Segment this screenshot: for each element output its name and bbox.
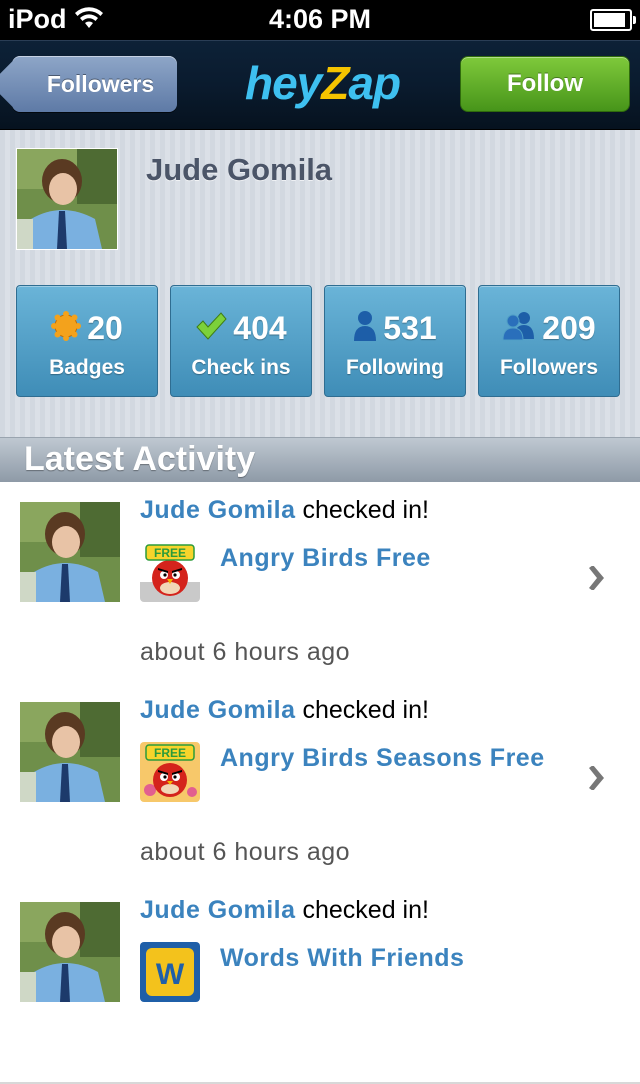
activity-row[interactable]: Jude Gomila checked in! FREE Angry Birds…	[0, 482, 640, 684]
activity-headline: Jude Gomila checked in!	[140, 696, 429, 725]
angry-birds-seasons-icon[interactable]: FREE	[140, 742, 200, 802]
logo-text-ap: ap	[348, 57, 401, 109]
stat-value: 20	[87, 309, 123, 346]
profile-name: Jude Gomila	[146, 152, 333, 187]
stat-followers[interactable]: 209 Followers	[478, 285, 620, 397]
follow-button[interactable]: Follow	[460, 56, 630, 112]
battery-icon	[590, 9, 636, 31]
activity-game-link[interactable]: Words With Friends	[220, 944, 464, 973]
logo-text-hey: hey	[245, 57, 322, 109]
activity-headline: Jude Gomila checked in!	[140, 896, 429, 925]
words-with-friends-icon[interactable]: W	[140, 942, 200, 1002]
chevron-right-icon[interactable]	[584, 565, 608, 591]
stats-row: 20 Badges 404 Check ins 531 Following 20…	[16, 285, 624, 398]
stat-following[interactable]: 531 Following	[324, 285, 466, 397]
section-title: Latest Activity	[24, 440, 256, 478]
activity-action: checked in!	[295, 896, 429, 924]
stat-label: Following	[346, 356, 444, 379]
activity-timestamp: about 6 hours ago	[140, 638, 351, 666]
stat-value: 404	[233, 309, 287, 346]
activity-row[interactable]: Jude Gomila checked in! W Words With Fri…	[0, 882, 640, 1084]
status-bar: iPod 4:06 PM	[0, 0, 640, 40]
avatar-photo	[20, 702, 120, 802]
stat-value: 209	[542, 309, 596, 346]
svg-text:FREE: FREE	[154, 746, 186, 760]
activity-user-link[interactable]: Jude Gomila	[140, 496, 296, 524]
chevron-right-icon[interactable]	[584, 765, 608, 791]
checkmark-icon	[195, 311, 227, 346]
avatar-photo	[17, 149, 117, 249]
logo-text-z: Z	[321, 57, 349, 109]
people-icon	[502, 311, 536, 346]
stat-label: Followers	[499, 356, 599, 379]
activity-headline: Jude Gomila checked in!	[140, 496, 429, 525]
section-header: Latest Activity	[0, 437, 640, 483]
angry-birds-icon[interactable]: FREE	[140, 542, 200, 602]
stat-label: Check ins	[191, 356, 291, 379]
activity-game-link[interactable]: Angry Birds Free	[220, 544, 431, 573]
activity-avatar[interactable]	[20, 502, 120, 602]
avatar-photo	[20, 902, 120, 1002]
badge-icon	[51, 310, 82, 346]
profile-avatar[interactable]	[16, 148, 118, 250]
activity-user-link[interactable]: Jude Gomila	[140, 696, 296, 724]
stat-checkins[interactable]: 404 Check ins	[170, 285, 312, 397]
heyzap-logo: heyZap	[245, 56, 401, 112]
person-icon	[353, 310, 377, 347]
activity-action: checked in!	[295, 496, 429, 524]
activity-row[interactable]: Jude Gomila checked in! FREE Angry Birds…	[0, 682, 640, 884]
nav-bar: Followers heyZap Follow	[0, 40, 640, 131]
activity-game-link[interactable]: Angry Birds Seasons Free	[220, 744, 545, 773]
activity-user-link[interactable]: Jude Gomila	[140, 896, 296, 924]
stat-label: Badges	[49, 356, 125, 379]
follow-button-label: Follow	[507, 70, 583, 97]
avatar-photo	[20, 502, 120, 602]
back-button[interactable]: Followers	[12, 56, 177, 112]
profile-header: Jude Gomila 20 Badges 404 Check ins 531 …	[0, 130, 640, 438]
activity-avatar[interactable]	[20, 902, 120, 1002]
activity-timestamp: about 6 hours ago	[140, 838, 351, 866]
clock: 4:06 PM	[268, 4, 372, 34]
back-button-label: Followers	[46, 70, 155, 97]
activity-action: checked in!	[295, 696, 429, 724]
activity-avatar[interactable]	[20, 702, 120, 802]
stat-value: 531	[383, 309, 437, 346]
svg-text:W: W	[156, 958, 185, 991]
svg-text:FREE: FREE	[154, 546, 186, 560]
stat-badges[interactable]: 20 Badges	[16, 285, 158, 397]
